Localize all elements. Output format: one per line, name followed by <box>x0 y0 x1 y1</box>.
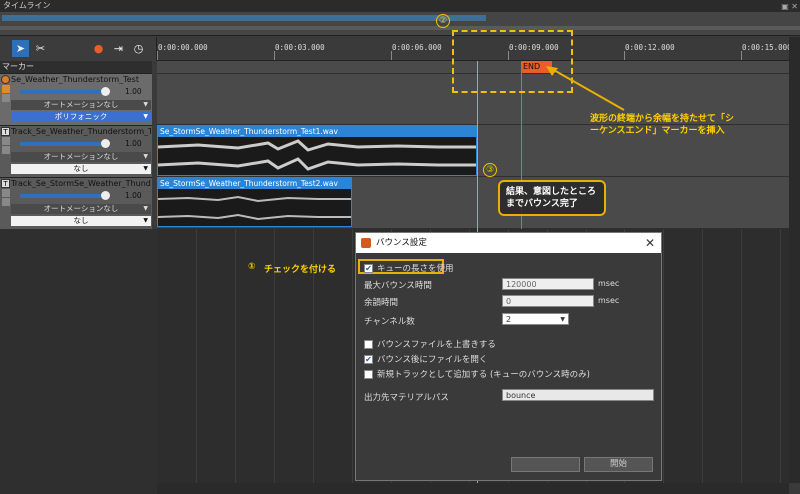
horizontal-scrollbar[interactable] <box>157 483 789 494</box>
waveform <box>158 139 476 171</box>
track-name: Se_Weather_Thunderstorm_Test <box>11 75 139 84</box>
app-logo-icon <box>361 238 371 248</box>
max-bounce-input[interactable]: 120000 <box>502 278 594 290</box>
automation-value: オートメーションなし <box>43 152 119 161</box>
solo-button[interactable] <box>2 146 10 154</box>
overwrite-label: バウンスファイルを上書きする <box>377 340 496 350</box>
dialog-header: バウンス設定 ✕ <box>356 233 661 253</box>
overview-range-bar[interactable] <box>2 15 486 21</box>
ruler-tick: 0:00:06.000 <box>392 43 442 52</box>
marker-header: マーカー <box>0 61 152 73</box>
window-title: タイムライン <box>3 1 51 10</box>
ruler-tick: 0:00:15.000 <box>742 43 792 52</box>
checkbox-checked[interactable]: ✔ <box>364 263 373 273</box>
ruler-tick: 0:00:03.000 <box>275 43 325 52</box>
automation-dropdown[interactable]: オートメーションなし ▼ <box>11 152 151 162</box>
vertical-scrollbar[interactable] <box>789 37 800 483</box>
track-header-3[interactable]: T Track_Se_StormSe_Weather_Thunde 1.00 オ… <box>0 177 152 229</box>
next-icon[interactable]: ⇥ <box>110 40 127 57</box>
annotation-number-3: ③ <box>483 163 497 177</box>
cue-icon <box>1 75 10 84</box>
none-value: なし <box>73 216 89 225</box>
dialog-title: バウンス設定 <box>376 238 427 248</box>
clip-label: Se_StormSe_Weather_Thunderstorm_Test2.wa… <box>158 178 351 189</box>
chevron-down-icon: ▼ <box>560 316 565 323</box>
close-icon[interactable]: ✕ <box>645 233 655 253</box>
audio-clip-2[interactable]: Se_StormSe_Weather_Thunderstorm_Test2.wa… <box>157 177 352 227</box>
polyphonic-dropdown[interactable]: ポリフォニック ▼ <box>11 112 151 122</box>
solo-button[interactable] <box>2 94 10 102</box>
checkbox-unchecked[interactable] <box>364 369 373 379</box>
channels-value: 2 <box>506 315 512 324</box>
mute-button[interactable] <box>2 189 10 197</box>
output-path-input[interactable]: bounce <box>502 389 654 401</box>
channels-select[interactable]: 2 ▼ <box>502 313 569 325</box>
open-after-checkbox[interactable]: ✔ バウンス後にファイルを開く <box>364 353 487 365</box>
automation-dropdown[interactable]: オートメーションなし ▼ <box>11 204 151 214</box>
open-after-label: バウンス後にファイルを開く <box>377 355 488 365</box>
volume-slider[interactable]: 1.00 <box>11 87 151 97</box>
track-name: Track_Se_Weather_Thunderstorm_T <box>11 127 151 136</box>
annotation-end-text: 波形の終端から余幅を持たせて「シーケンスエンド」マーカーを挿入 <box>590 114 735 136</box>
volume-value: 1.00 <box>125 191 142 200</box>
start-button[interactable]: 開始 <box>584 457 653 472</box>
use-cue-length-label: キューの長さを使用 <box>377 264 454 274</box>
disabled-button <box>511 457 580 472</box>
track-icon: T <box>1 127 10 136</box>
track-header-1[interactable]: Se_Weather_Thunderstorm_Test 1.00 オートメーシ… <box>0 73 152 125</box>
output-path-label: 出力先マテリアルパス <box>364 393 449 403</box>
window-title-bar: タイムライン ▣ ✕ <box>0 0 800 12</box>
annotation-number-2: ② <box>436 14 450 28</box>
track-name: Track_Se_StormSe_Weather_Thunde <box>11 179 151 188</box>
automation-value: オートメーションなし <box>43 204 119 213</box>
volume-value: 1.00 <box>125 87 142 96</box>
audio-clip-1[interactable]: Se_StormSe_Weather_Thunderstorm_Test1.wa… <box>157 125 477 176</box>
arrow-tool-icon[interactable]: ➤ <box>12 40 29 57</box>
channels-label: チャンネル数 <box>364 317 415 327</box>
tail-time-input[interactable]: 0 <box>502 295 594 307</box>
automation-dropdown[interactable]: オートメーションなし ▼ <box>11 100 151 110</box>
checkbox-checked[interactable]: ✔ <box>364 354 373 364</box>
volume-slider[interactable]: 1.00 <box>11 139 151 149</box>
add-new-track-checkbox[interactable]: 新規トラックとして追加する (キューのバウンス時のみ) <box>364 368 590 380</box>
overview-strip <box>0 26 800 30</box>
track-icon: T <box>1 179 10 188</box>
record-icon[interactable]: ● <box>90 40 107 57</box>
add-new-track-label: 新規トラックとして追加する (キューのバウンス時のみ) <box>377 370 590 380</box>
max-bounce-unit: msec <box>598 279 620 288</box>
bounce-settings-dialog: バウンス設定 ✕ ✔ キューの長さを使用 最大バウンス時間 120000 msec… <box>355 232 662 481</box>
timeline-toolbar: ➤ ✂ ● ⇥ ◷ <box>0 37 157 61</box>
tail-time-label: 余韻時間 <box>364 298 399 308</box>
max-bounce-label: 最大バウンス時間 <box>364 281 432 291</box>
waveform <box>158 195 351 221</box>
none-value: なし <box>73 164 89 173</box>
solo-button[interactable] <box>2 198 10 206</box>
none-dropdown[interactable]: なし ▼ <box>11 216 151 226</box>
scissors-tool-icon[interactable]: ✂ <box>32 40 49 57</box>
use-cue-length-checkbox[interactable]: ✔ キューの長さを使用 <box>364 262 454 274</box>
mute-button[interactable] <box>2 85 10 93</box>
clock-icon[interactable]: ◷ <box>130 40 147 57</box>
mute-button[interactable] <box>2 137 10 145</box>
track-header-2[interactable]: T Track_Se_Weather_Thunderstorm_T 1.00 オ… <box>0 125 152 177</box>
checkbox-unchecked[interactable] <box>364 339 373 349</box>
annotation-check-text: チェックを付ける <box>264 265 337 275</box>
clip-label: Se_StormSe_Weather_Thunderstorm_Test1.wa… <box>158 126 476 137</box>
ruler-tick: 0:00:12.000 <box>625 43 675 52</box>
annotation-done-callout: 結果、意図したところまでバウンス完了 <box>498 180 606 216</box>
polyphonic-value: ポリフォニック <box>54 112 108 121</box>
annotation-number-1: ① <box>248 262 256 272</box>
track-list-empty <box>0 229 157 494</box>
ruler-tick: 0:00:00.000 <box>158 43 208 52</box>
overwrite-checkbox[interactable]: バウンスファイルを上書きする <box>364 338 496 350</box>
arrow-icon <box>546 66 625 111</box>
volume-value: 1.00 <box>125 139 142 148</box>
none-dropdown[interactable]: なし ▼ <box>11 164 151 174</box>
tail-time-unit: msec <box>598 296 620 305</box>
volume-slider[interactable]: 1.00 <box>11 191 151 201</box>
automation-value: オートメーションなし <box>43 100 119 109</box>
timeline-overview[interactable] <box>0 12 800 36</box>
